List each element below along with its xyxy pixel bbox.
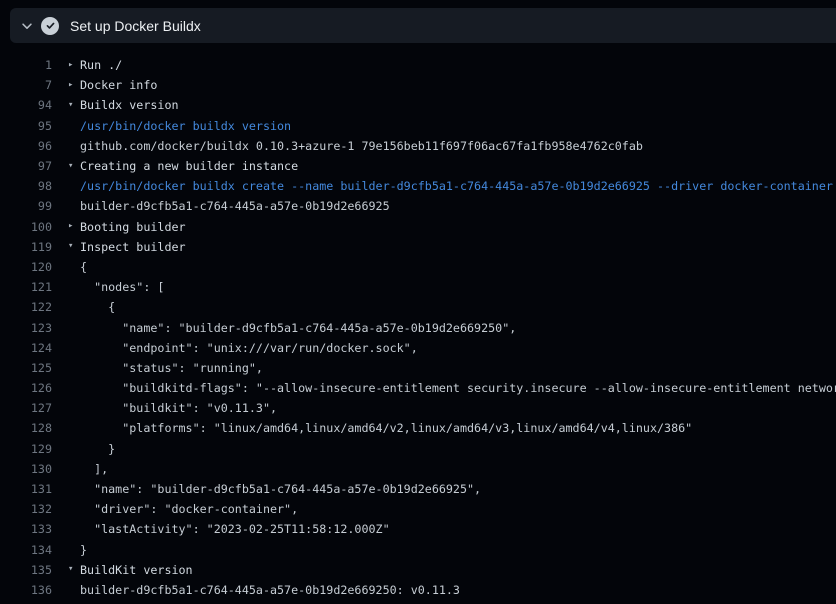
log-text: Booting builder (80, 220, 186, 234)
log-text: "lastActivity": "2023-02-25T11:58:12.000… (80, 522, 390, 536)
triangle-collapsed-icon: ▸ (68, 61, 80, 70)
log-line: 125 "status": "running", (0, 358, 836, 378)
triangle-expanded-icon: ▾ (68, 565, 80, 574)
log-group-row[interactable]: 97 ▾Creating a new builder instance (0, 156, 836, 176)
log-text: Run ./ (80, 58, 122, 72)
line-number[interactable]: 124 (0, 341, 52, 355)
log-line: 132 "driver": "docker-container", (0, 499, 836, 519)
log-line: 136 builder-d9cfb5a1-c764-445a-a57e-0b19d… (0, 580, 836, 600)
log-text: "driver": "docker-container", (80, 502, 298, 516)
line-number[interactable]: 119 (0, 240, 52, 254)
log-line: 124 "endpoint": "unix:///var/run/docker.… (0, 338, 836, 358)
line-number[interactable]: 94 (0, 98, 52, 112)
log-text: "name": "builder-d9cfb5a1-c764-445a-a57e… (80, 321, 516, 335)
line-number[interactable]: 132 (0, 502, 52, 516)
log-text: { (80, 300, 115, 314)
log-text: } (80, 442, 115, 456)
line-number[interactable]: 130 (0, 462, 52, 476)
log-body: 1▸Run ./7▸Docker info94▾Buildx version95… (0, 55, 836, 600)
log-line: 123 "name": "builder-d9cfb5a1-c764-445a-… (0, 317, 836, 337)
log-text: Buildx version (80, 98, 179, 112)
line-number[interactable]: 133 (0, 522, 52, 536)
log-line: 127 "buildkit": "v0.11.3", (0, 398, 836, 418)
log-line: 122 { (0, 297, 836, 317)
step-header[interactable]: Set up Docker Buildx (10, 8, 836, 43)
line-number[interactable]: 96 (0, 139, 52, 153)
line-number[interactable]: 7 (0, 78, 52, 92)
log-text: builder-d9cfb5a1-c764-445a-a57e-0b19d2e6… (80, 583, 460, 597)
log-text: "status": "running", (80, 361, 263, 375)
log-group-row[interactable]: 7 ▸Docker info (0, 75, 836, 95)
log-line: 95/usr/bin/docker buildx version (0, 116, 836, 136)
line-number[interactable]: 97 (0, 159, 52, 173)
line-number[interactable]: 120 (0, 260, 52, 274)
log-line: 121 "nodes": [ (0, 277, 836, 297)
log-text: /usr/bin/docker buildx create --name bui… (80, 179, 833, 193)
log-line: 98/usr/bin/docker buildx create --name b… (0, 176, 836, 196)
line-number[interactable]: 126 (0, 381, 52, 395)
log-text: { (80, 260, 87, 274)
log-text: } (80, 543, 87, 557)
chevron-down-icon[interactable] (20, 19, 34, 33)
log-group-row[interactable]: 94 ▾Buildx version (0, 95, 836, 115)
log-line: 133 "lastActivity": "2023-02-25T11:58:12… (0, 519, 836, 539)
log-line: 130 ], (0, 459, 836, 479)
log-line: 99 builder-d9cfb5a1-c764-445a-a57e-0b19d2… (0, 196, 836, 216)
line-number[interactable]: 1 (0, 58, 52, 72)
log-line: 129 } (0, 439, 836, 459)
line-number[interactable]: 123 (0, 321, 52, 335)
log-text: Creating a new builder instance (80, 159, 298, 173)
step-title: Set up Docker Buildx (70, 18, 201, 34)
log-text: github.com/docker/buildx 0.10.3+azure-1 … (80, 139, 643, 153)
check-circle-icon (41, 17, 59, 35)
triangle-expanded-icon: ▾ (68, 101, 80, 110)
log-text: "buildkit": "v0.11.3", (80, 401, 277, 415)
line-number[interactable]: 129 (0, 442, 52, 456)
log-text: "name": "builder-d9cfb5a1-c764-445a-a57e… (80, 482, 481, 496)
log-text: Docker info (80, 78, 157, 92)
line-number[interactable]: 131 (0, 482, 52, 496)
log-text: /usr/bin/docker buildx version (80, 119, 291, 133)
line-number[interactable]: 95 (0, 119, 52, 133)
log-line: 126 "buildkitd-flags": "--allow-insecure… (0, 378, 836, 398)
triangle-expanded-icon: ▾ (68, 242, 80, 251)
log-line: 134} (0, 540, 836, 560)
line-number[interactable]: 100 (0, 220, 52, 234)
log-group-row[interactable]: 119 ▾Inspect builder (0, 237, 836, 257)
log-text: Inspect builder (80, 240, 186, 254)
line-number[interactable]: 125 (0, 361, 52, 375)
log-text: "endpoint": "unix:///var/run/docker.sock… (80, 341, 418, 355)
log-text: ], (80, 462, 108, 476)
log-group-row[interactable]: 1 ▸Run ./ (0, 55, 836, 75)
line-number[interactable]: 127 (0, 401, 52, 415)
line-number[interactable]: 135 (0, 563, 52, 577)
triangle-collapsed-icon: ▸ (68, 222, 80, 231)
log-line: 128 "platforms": "linux/amd64,linux/amd6… (0, 418, 836, 438)
line-number[interactable]: 134 (0, 543, 52, 557)
triangle-expanded-icon: ▾ (68, 162, 80, 171)
log-text: BuildKit version (80, 563, 193, 577)
line-number[interactable]: 98 (0, 179, 52, 193)
log-text: "platforms": "linux/amd64,linux/amd64/v2… (80, 421, 692, 435)
log-text: builder-d9cfb5a1-c764-445a-a57e-0b19d2e6… (80, 199, 390, 213)
line-number[interactable]: 136 (0, 583, 52, 597)
line-number[interactable]: 121 (0, 280, 52, 294)
line-number[interactable]: 128 (0, 421, 52, 435)
log-text: "nodes": [ (80, 280, 164, 294)
triangle-collapsed-icon: ▸ (68, 81, 80, 90)
log-line: 96 github.com/docker/buildx 0.10.3+azure-… (0, 136, 836, 156)
log-group-row[interactable]: 135 ▾BuildKit version (0, 560, 836, 580)
log-line: 120 { (0, 257, 836, 277)
line-number[interactable]: 99 (0, 199, 52, 213)
log-line: 131 "name": "builder-d9cfb5a1-c764-445a-… (0, 479, 836, 499)
log-text: "buildkitd-flags": "--allow-insecure-ent… (80, 381, 836, 395)
line-number[interactable]: 122 (0, 300, 52, 314)
log-group-row[interactable]: 100 ▸Booting builder (0, 217, 836, 237)
